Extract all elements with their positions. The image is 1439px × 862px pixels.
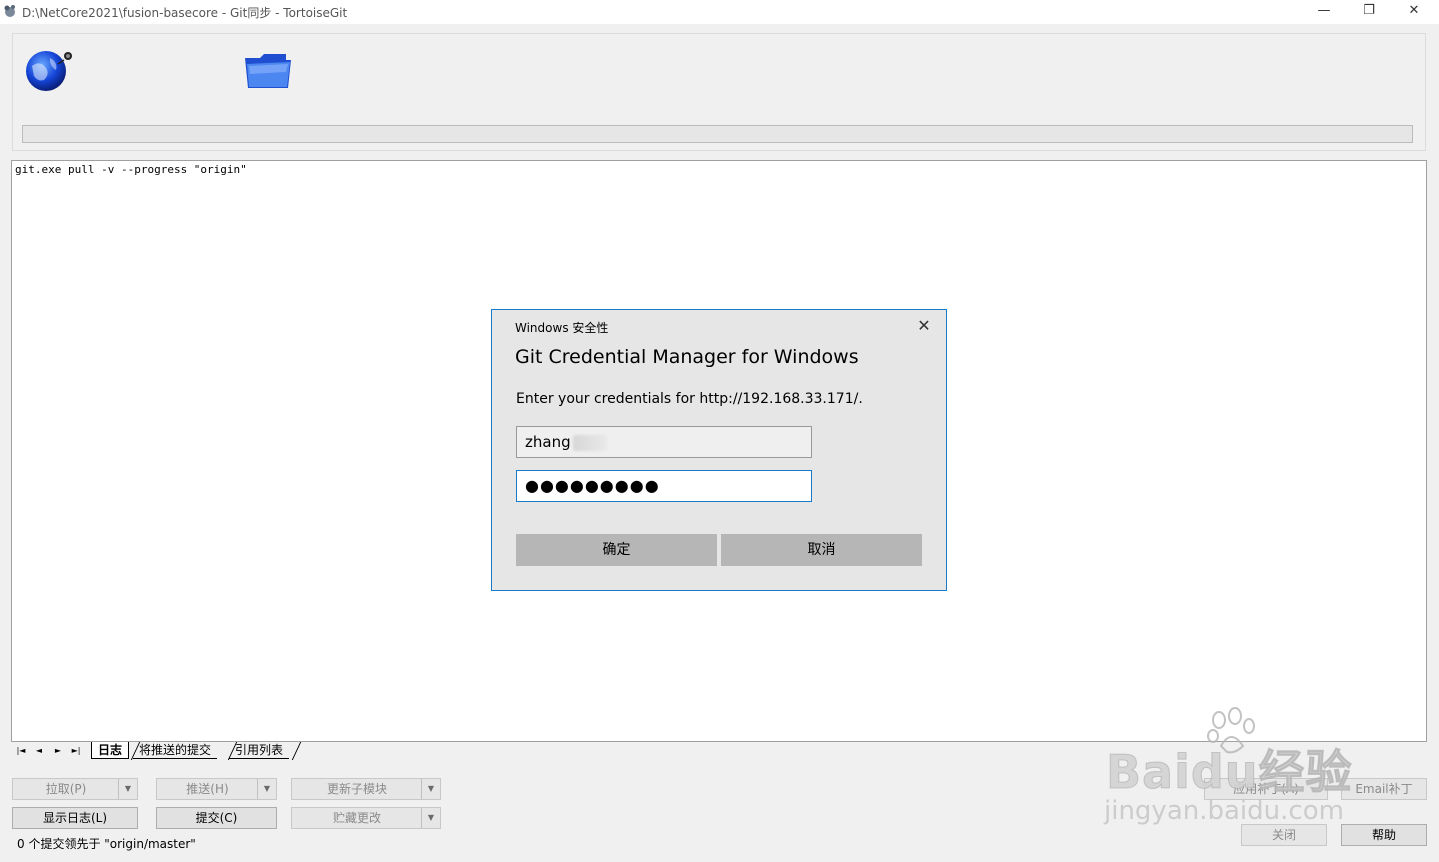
tab-last-icon[interactable]: ►| (69, 745, 83, 757)
dialog-caption: Windows 安全性 (515, 321, 609, 335)
folder-icon (242, 50, 294, 92)
pull-button[interactable]: 拉取(P) ▼ (12, 778, 138, 800)
bottom-tab-strip: |◄ ◄ ► ►| 日志 将推送的提交 引用列表 (11, 742, 431, 760)
commit-button[interactable]: 提交(C) (156, 807, 277, 829)
username-field[interactable]: zhang (516, 426, 812, 458)
dialog-close-icon[interactable]: ✕ (912, 316, 936, 336)
ok-button[interactable]: 确定 (516, 534, 717, 566)
chevron-down-icon[interactable]: ▼ (421, 779, 440, 799)
sync-progress-bar (22, 125, 1413, 143)
dialog-title: Git Credential Manager for Windows (515, 346, 859, 368)
tortoisegit-app-icon (3, 4, 17, 18)
window-close-button[interactable]: ✕ (1394, 0, 1434, 22)
window-title: D:\NetCore2021\fusion-basecore - Git同步 -… (22, 6, 348, 20)
globe-remote-icon (22, 48, 76, 92)
minimize-button[interactable]: — (1304, 0, 1344, 22)
password-field[interactable]: ●●●●●●●●● (516, 470, 812, 502)
tab-ref-list[interactable]: 引用列表 (229, 742, 290, 759)
tab-prev-icon[interactable]: ◄ (32, 745, 46, 757)
chevron-down-icon[interactable]: ▼ (118, 779, 137, 799)
push-button[interactable]: 推送(H) ▼ (156, 778, 277, 800)
tab-commits-to-push[interactable]: 将推送的提交 (133, 742, 218, 759)
tab-next-icon[interactable]: ► (51, 745, 65, 757)
chevron-down-icon[interactable]: ▼ (257, 779, 276, 799)
update-submodules-button[interactable]: 更新子模块 ▼ (291, 778, 441, 800)
username-value: zhang (525, 433, 571, 451)
email-patch-button[interactable]: Email补丁 (1341, 778, 1427, 800)
title-bar: D:\NetCore2021\fusion-basecore - Git同步 -… (0, 0, 1439, 24)
apply-patch-button[interactable]: 应用补丁(A) (1204, 778, 1328, 800)
credential-dialog: Windows 安全性 ✕ Git Credential Manager for… (491, 309, 947, 591)
close-button[interactable]: 关闭 (1241, 824, 1327, 846)
dialog-message: Enter your credentials for http://192.16… (516, 391, 863, 407)
cancel-button[interactable]: 取消 (721, 534, 922, 566)
tab-log[interactable]: 日志 (91, 742, 130, 759)
chevron-down-icon[interactable]: ▼ (421, 808, 440, 828)
log-line: git.exe pull -v --progress "origin" (15, 163, 247, 176)
maximize-button[interactable]: ❐ (1349, 0, 1389, 22)
tab-divider (291, 742, 302, 760)
watermark-domain: jingyan.baidu.com (1104, 796, 1344, 826)
status-text: 0 个提交领先于 "origin/master" (17, 837, 196, 851)
redacted-blur (572, 434, 607, 451)
help-button[interactable]: 帮助 (1341, 824, 1427, 846)
tab-first-icon[interactable]: |◄ (14, 745, 28, 757)
show-log-button[interactable]: 显示日志(L) (12, 807, 138, 829)
stash-button[interactable]: 贮藏更改 ▼ (291, 807, 441, 829)
